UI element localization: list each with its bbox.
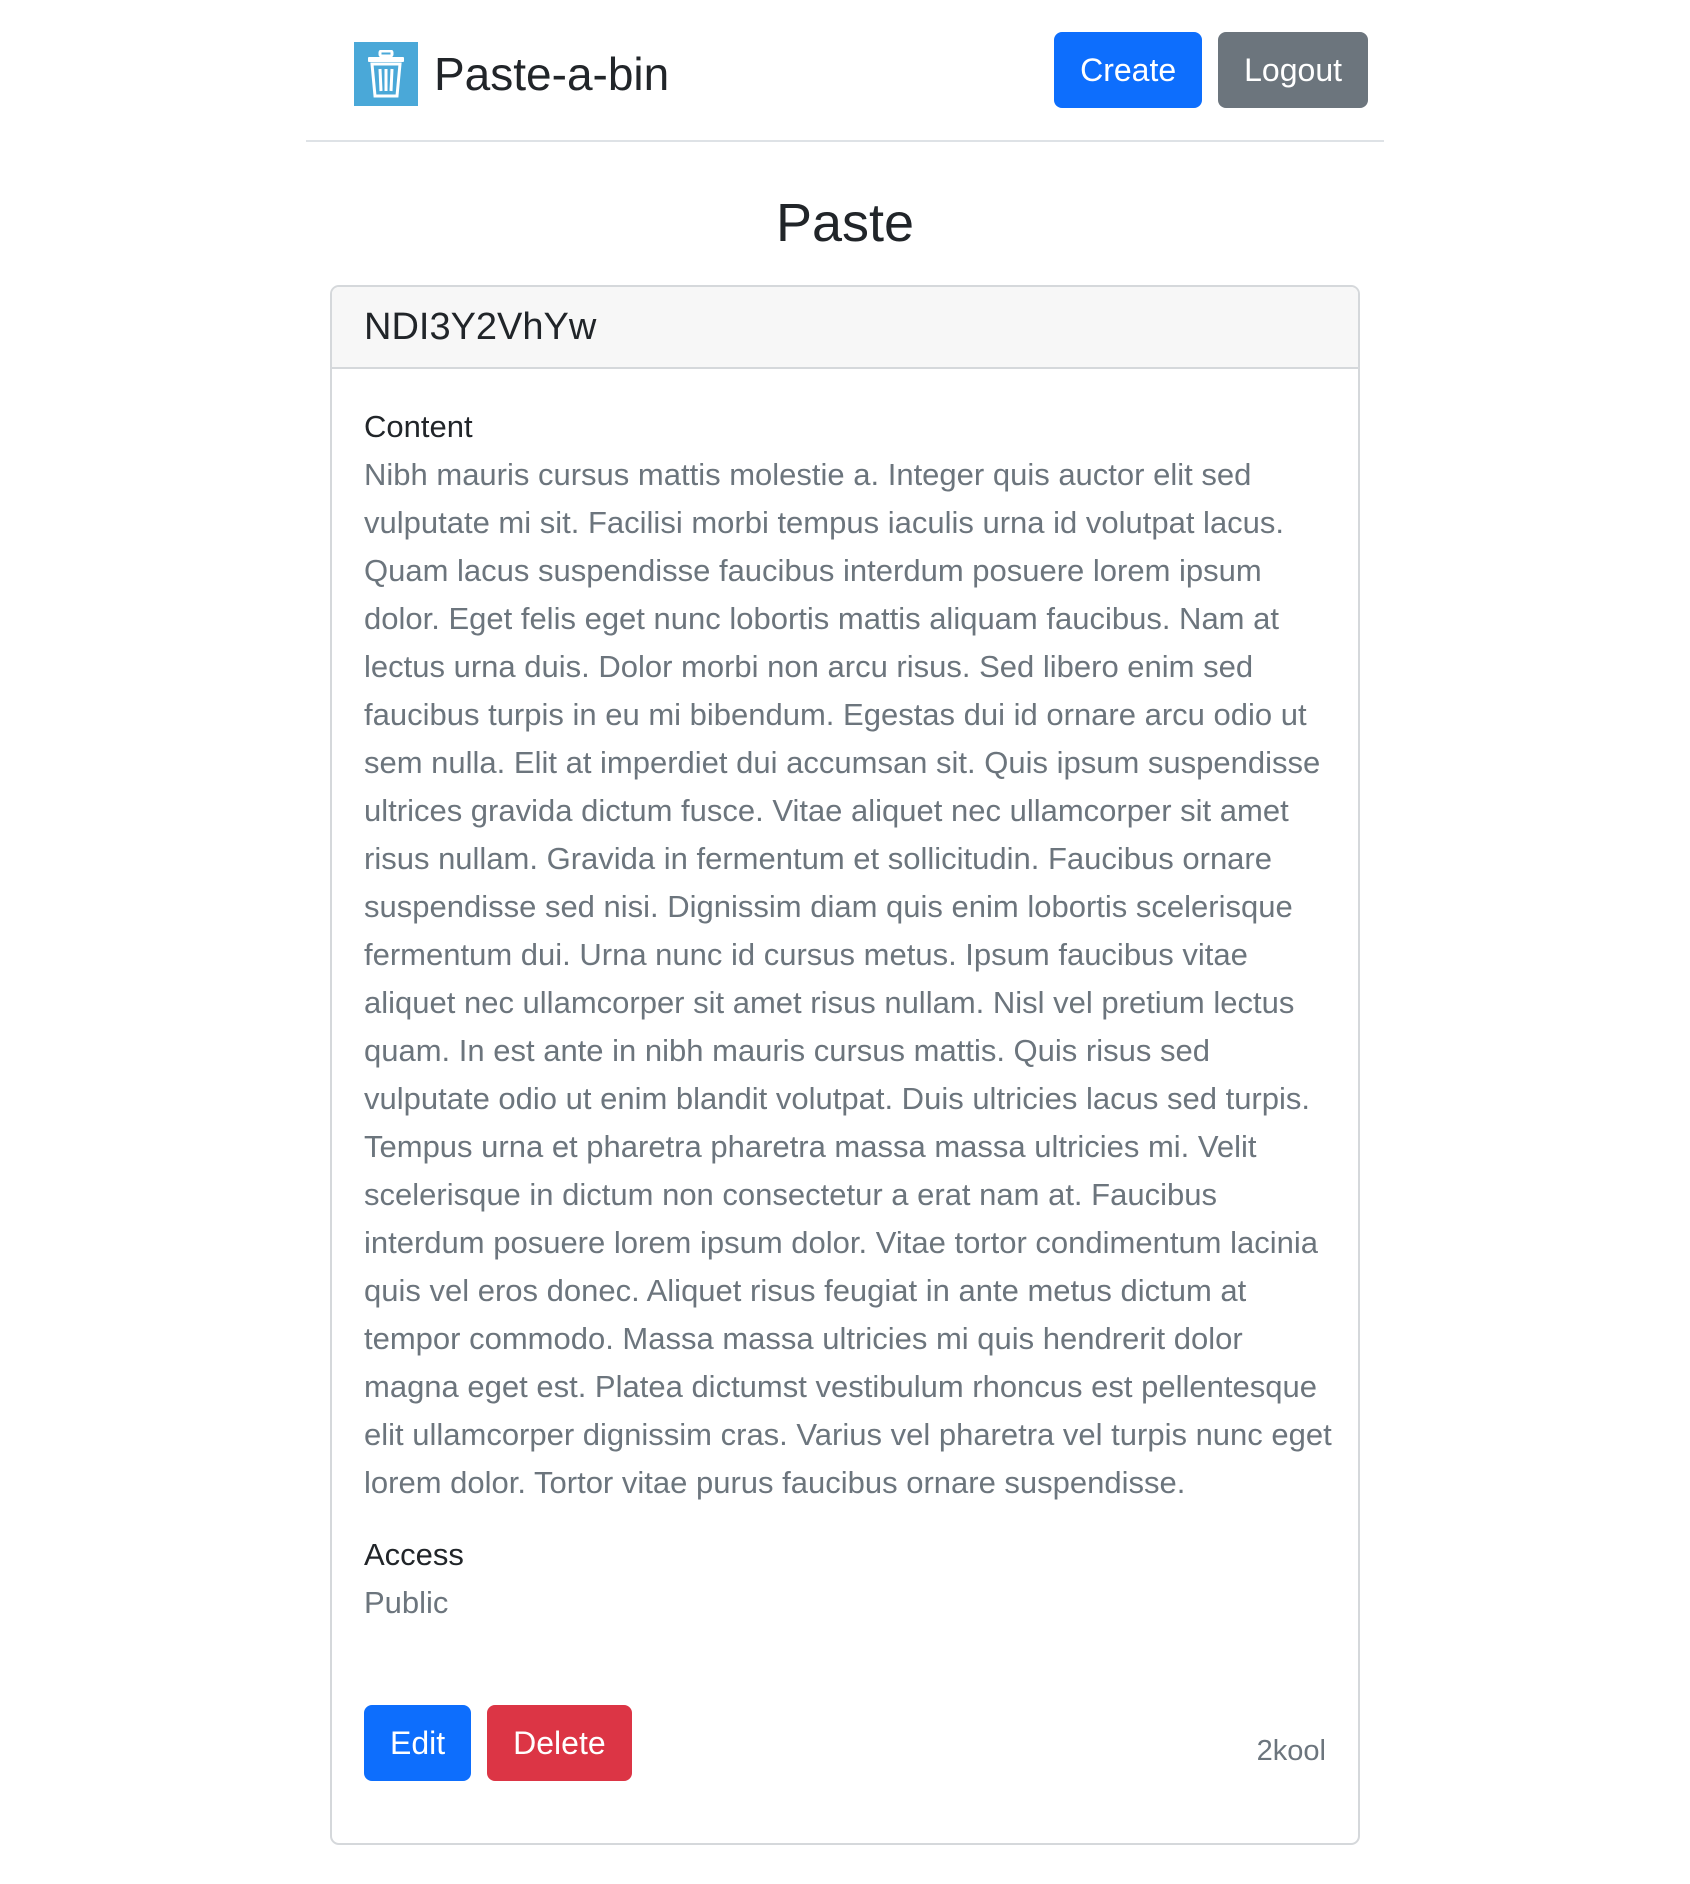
content-label: Content xyxy=(364,409,473,444)
paste-card: NDI3Y2VhYw Content Nibh mauris cursus ma… xyxy=(330,285,1360,1845)
paste-actions: Edit Delete xyxy=(364,1705,632,1781)
nav-actions: Create Logout xyxy=(1054,32,1368,108)
paste-author: 2kool xyxy=(1256,1735,1326,1767)
create-button[interactable]: Create xyxy=(1054,32,1203,108)
paste-id: NDI3Y2VhYw xyxy=(364,305,597,348)
delete-button[interactable]: Delete xyxy=(487,1705,632,1781)
navbar: Paste-a-bin Create Logout xyxy=(306,0,1384,142)
access-value: Public xyxy=(364,1585,449,1620)
brand-link[interactable]: Paste-a-bin xyxy=(354,42,669,106)
page-container: Paste-a-bin Create Logout Paste NDI3Y2Vh… xyxy=(306,0,1384,1845)
paste-content: Nibh mauris cursus mattis molestie a. In… xyxy=(364,457,1332,1500)
logout-button[interactable]: Logout xyxy=(1218,32,1368,108)
page-title: Paste xyxy=(775,193,915,253)
access-label: Access xyxy=(364,1537,464,1572)
paste-card-header: NDI3Y2VhYw xyxy=(332,287,1358,369)
paste-card-body: Content Nibh mauris cursus mattis molest… xyxy=(332,369,1358,1843)
trash-bin-icon xyxy=(354,42,418,106)
edit-button[interactable]: Edit xyxy=(364,1705,472,1781)
brand-name: Paste-a-bin xyxy=(434,48,670,100)
